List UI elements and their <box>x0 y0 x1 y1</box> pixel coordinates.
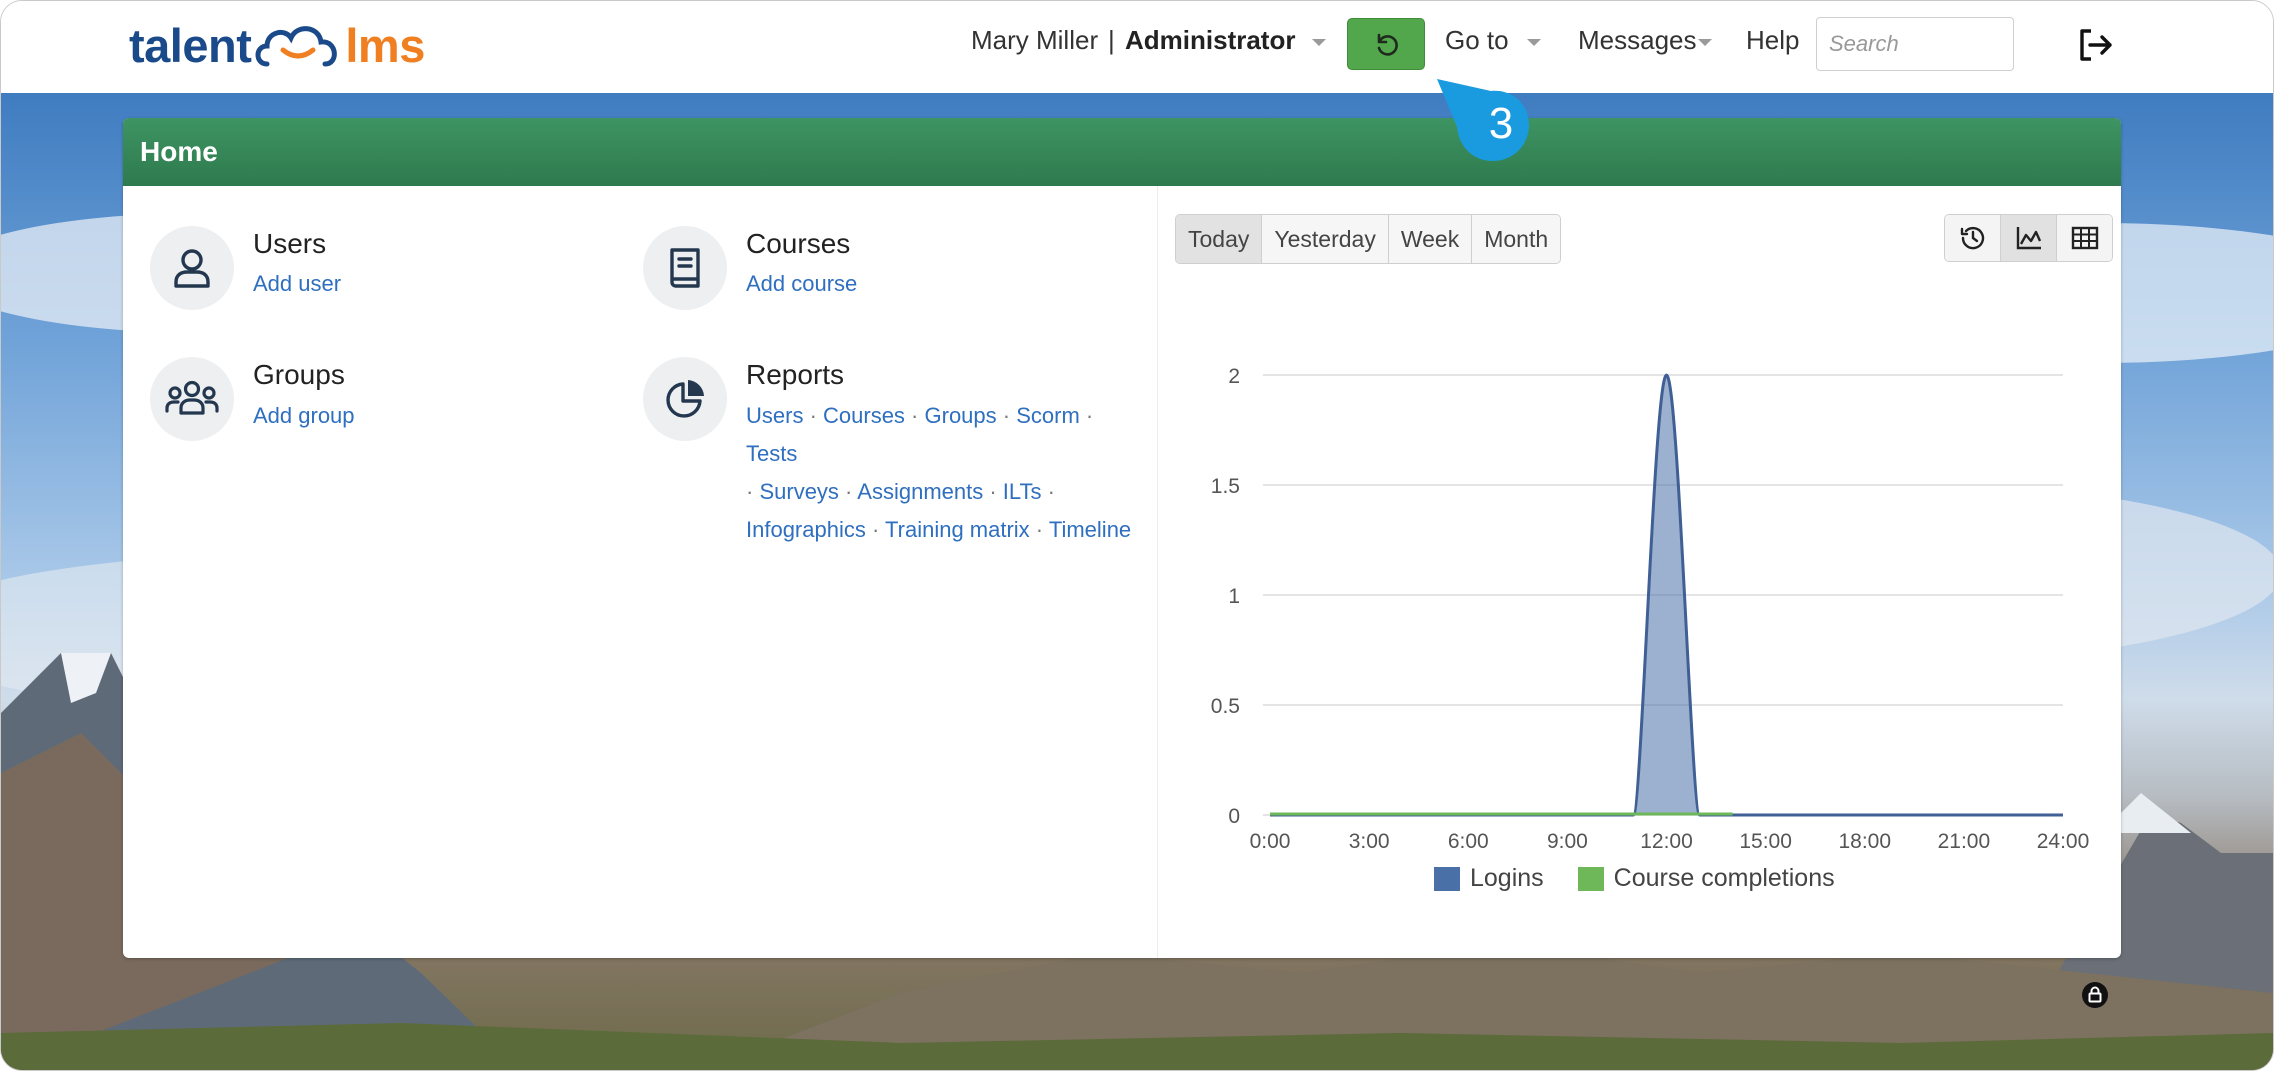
report-link-courses[interactable]: Courses <box>823 403 905 428</box>
chart-view-selector <box>1944 214 2113 262</box>
top-navigation-bar: talent lms Mary Miller | Administrator G… <box>1 1 2273 93</box>
legend-swatch-logins <box>1434 866 1460 891</box>
groups-icon[interactable] <box>150 357 234 441</box>
x-tick-label: 15:00 <box>1739 830 1792 853</box>
reports-icon[interactable] <box>643 357 727 441</box>
user-role-selector[interactable]: Administrator <box>1125 25 1295 56</box>
goto-menu[interactable]: Go to <box>1445 25 1509 56</box>
logo-cloud-icon <box>255 26 338 67</box>
range-month-button[interactable]: Month <box>1472 215 1561 263</box>
range-today-button[interactable]: Today <box>1176 215 1263 263</box>
groups-title[interactable]: Groups <box>253 359 345 391</box>
y-tick-label: 1.5 <box>1211 475 1240 498</box>
y-tick-label: 1 <box>1228 585 1240 608</box>
courses-title[interactable]: Courses <box>746 228 850 260</box>
y-tick-label: 2 <box>1228 365 1240 388</box>
legend-label-course-completions[interactable]: Course completions <box>1614 864 1835 893</box>
users-title[interactable]: Users <box>253 228 326 260</box>
chart-legend: Logins Course completions <box>1434 864 1835 893</box>
talentlms-logo[interactable]: talent lms <box>129 15 425 75</box>
search-input[interactable] <box>1816 17 2014 71</box>
report-link-ilts[interactable]: ILTs <box>1003 479 1042 504</box>
report-link-scorm[interactable]: Scorm <box>1016 403 1080 428</box>
report-link-groups[interactable]: Groups <box>925 403 997 428</box>
add-user-link[interactable]: Add user <box>253 271 341 297</box>
report-link-surveys[interactable]: Surveys <box>759 479 838 504</box>
x-tick-label: 9:00 <box>1547 830 1588 853</box>
role-dropdown-caret-icon[interactable] <box>1312 39 1326 46</box>
range-yesterday-button[interactable]: Yesterday <box>1262 215 1389 263</box>
x-tick-label: 21:00 <box>1938 830 1991 853</box>
user-name[interactable]: Mary Miller <box>971 25 1098 56</box>
reports-title[interactable]: Reports <box>746 359 844 391</box>
home-panel: Home Users Add user Courses Add course G… <box>123 118 2121 958</box>
x-tick-label: 6:00 <box>1448 830 1489 853</box>
table-icon <box>2071 226 2098 250</box>
legend-swatch-course-completions <box>1577 866 1604 891</box>
app-window: talent lms Mary Miller | Administrator G… <box>0 0 2274 1071</box>
users-icon[interactable] <box>150 226 234 310</box>
undo-button[interactable] <box>1347 18 1425 70</box>
x-tick-label: 12:00 <box>1640 830 1693 853</box>
x-tick-label: 3:00 <box>1349 830 1390 853</box>
panel-header: Home <box>123 118 2121 186</box>
y-tick-label: 0.5 <box>1211 695 1240 718</box>
history-icon <box>1960 226 1984 250</box>
goto-caret-icon[interactable] <box>1527 39 1541 46</box>
lock-icon[interactable] <box>2081 981 2109 1009</box>
report-link-assignments[interactable]: Assignments <box>857 479 983 504</box>
logo-text-talent: talent <box>129 18 252 72</box>
report-link-training-matrix[interactable]: Training matrix <box>885 517 1030 542</box>
y-tick-label: 0 <box>1228 805 1240 828</box>
logo-text-lms: lms <box>345 18 425 72</box>
panel-divider <box>1157 186 1158 958</box>
reports-links: Users · Courses · Groups · Scorm · Tests… <box>746 403 1132 542</box>
add-course-link[interactable]: Add course <box>746 271 857 297</box>
page-title: Home <box>140 136 218 167</box>
messages-menu[interactable]: Messages <box>1578 25 1697 56</box>
x-tick-label: 18:00 <box>1838 830 1891 853</box>
report-link-timeline[interactable]: Timeline <box>1049 517 1131 542</box>
time-range-selector: Today Yesterday Week Month <box>1175 214 1562 264</box>
help-link[interactable]: Help <box>1746 25 1799 56</box>
tour-step-number: 3 <box>1488 99 1514 148</box>
table-view-button[interactable] <box>2057 215 2112 261</box>
history-view-button[interactable] <box>1945 215 2001 261</box>
logout-icon[interactable] <box>2075 25 2115 65</box>
range-week-button[interactable]: Week <box>1388 215 1473 263</box>
report-link-infographics[interactable]: Infographics <box>746 517 866 542</box>
messages-caret-icon[interactable] <box>1698 39 1712 46</box>
add-group-link[interactable]: Add group <box>253 403 355 429</box>
user-separator: | <box>1108 25 1115 55</box>
legend-label-logins[interactable]: Logins <box>1470 864 1544 893</box>
report-link-users[interactable]: Users <box>746 403 803 428</box>
undo-icon <box>1377 33 1398 56</box>
area-chart-view-button[interactable] <box>2001 215 2057 261</box>
report-link-tests[interactable]: Tests <box>746 441 797 466</box>
activity-chart: 0 0.5 1 1.5 2 0:00 3:00 6:00 9:00 12:00 15:00 18:00… <box>1211 365 2090 853</box>
courses-icon[interactable] <box>643 226 727 310</box>
x-tick-label: 24:00 <box>2037 830 2090 853</box>
area-chart-icon <box>2016 227 2041 250</box>
x-tick-label: 0:00 <box>1250 830 1291 853</box>
